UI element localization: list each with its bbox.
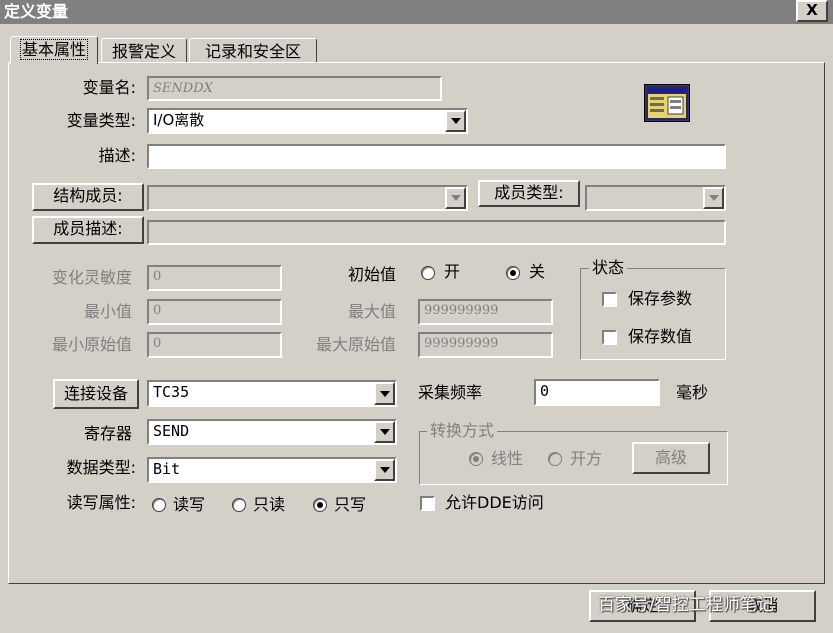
tab-alarm-definition[interactable]: 报警定义 <box>101 38 187 63</box>
close-icon: X <box>806 1 818 19</box>
title-bar[interactable] <box>0 0 833 24</box>
tab-alarm-definition-label: 报警定义 <box>111 42 176 61</box>
watermark: 百家号/智控工程师笔记 <box>598 595 774 615</box>
tab-panel <box>8 62 825 584</box>
tab-basic-properties-label: 基本属性 <box>19 39 88 60</box>
tab-basic-properties[interactable]: 基本属性 <box>10 36 98 64</box>
window-title: 定义变量 <box>4 2 69 21</box>
tab-logging-security[interactable]: 记录和安全区 <box>189 38 317 63</box>
tab-logging-security-label: 记录和安全区 <box>204 42 301 61</box>
table-window-icon <box>644 84 690 122</box>
table-window-icon-graphic <box>646 86 688 120</box>
close-button[interactable]: X <box>796 0 828 22</box>
